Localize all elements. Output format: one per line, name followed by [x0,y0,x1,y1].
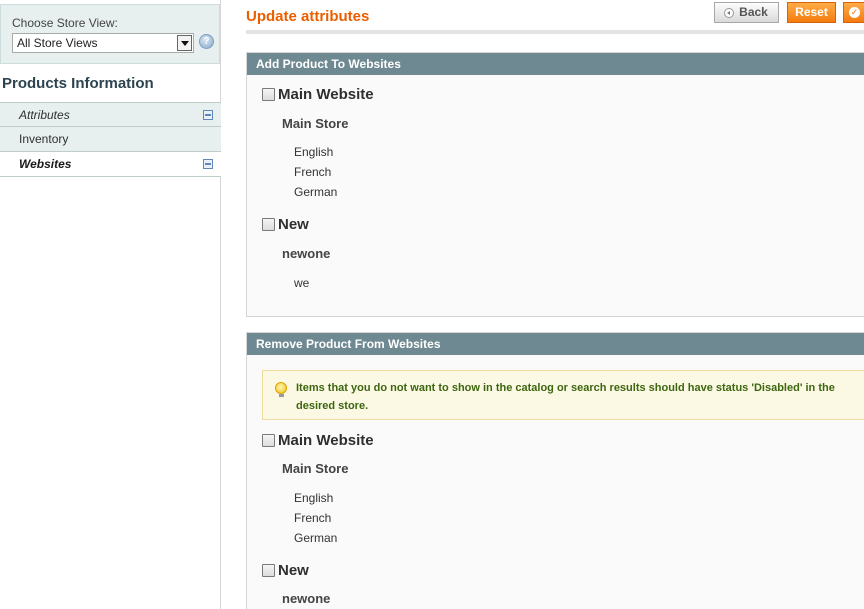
store-view-label: German [294,185,338,199]
remove-from-websites-header: Remove Product From Websites [247,333,864,355]
reset-button[interactable]: Reset [787,2,836,23]
back-button-label: Back [739,5,768,19]
tab-websites-label: Websites [19,157,72,171]
remove-new-website-checkbox[interactable] [262,564,275,577]
sidebar-title: Products Information [2,75,154,92]
tab-attributes[interactable]: Attributes [0,102,221,127]
tab-attributes-label: Attributes [19,108,70,122]
add-new-website-checkbox[interactable] [262,218,275,231]
changed-icon [203,110,213,120]
store-view-label: French [294,165,332,179]
notice-message: Items that you do not want to show in th… [262,370,864,420]
reset-button-label: Reset [795,5,828,19]
store-view-label: German [294,531,338,545]
save-icon: ✓ [849,7,860,18]
notice-text: Items that you do not want to show in th… [296,382,835,412]
add-main-website-checkbox[interactable] [262,88,275,101]
save-button[interactable]: ✓ [843,2,864,23]
tab-inventory[interactable]: Inventory [0,127,221,152]
store-view-label: we [294,276,310,290]
store-view-selected-value: All Store Views [17,36,98,50]
store-switcher-label: Choose Store View: [12,16,118,30]
tab-inventory-label: Inventory [19,132,69,146]
changed-icon [203,159,213,169]
sidebar: Choose Store View: All Store Views ? Pro… [0,0,221,609]
back-button[interactable]: Back [714,2,779,23]
help-icon[interactable]: ? [199,34,214,49]
website-label: Main Website [278,432,374,449]
page-title: Update attributes [246,8,370,25]
website-label: Main Website [278,86,374,103]
store-view-select[interactable]: All Store Views [12,33,194,53]
website-label: New [278,216,309,233]
title-divider [246,30,864,34]
store-label: Main Store [282,461,349,476]
bulb-icon [275,382,287,397]
product-tabs: Attributes Inventory Websites [0,102,221,177]
website-label: New [278,562,309,579]
store-view-label: English [294,491,334,505]
add-to-websites-header: Add Product To Websites [247,53,864,75]
store-label: newone [282,591,331,606]
main-content: Update attributes Back Reset ✓ Add Produ… [246,0,864,609]
store-switcher: Choose Store View: All Store Views ? [0,4,220,64]
store-view-label: English [294,145,334,159]
store-label: Main Store [282,116,349,131]
add-to-websites-fieldset: Add Product To Websites Main Website Mai… [246,52,864,317]
store-label: newone [282,246,331,261]
remove-from-websites-fieldset: Remove Product From Websites Items that … [246,332,864,609]
store-view-label: French [294,511,332,525]
dropdown-arrow-icon[interactable] [177,35,192,51]
back-icon [724,8,734,18]
remove-main-website-checkbox[interactable] [262,434,275,447]
tab-websites[interactable]: Websites [0,152,221,177]
